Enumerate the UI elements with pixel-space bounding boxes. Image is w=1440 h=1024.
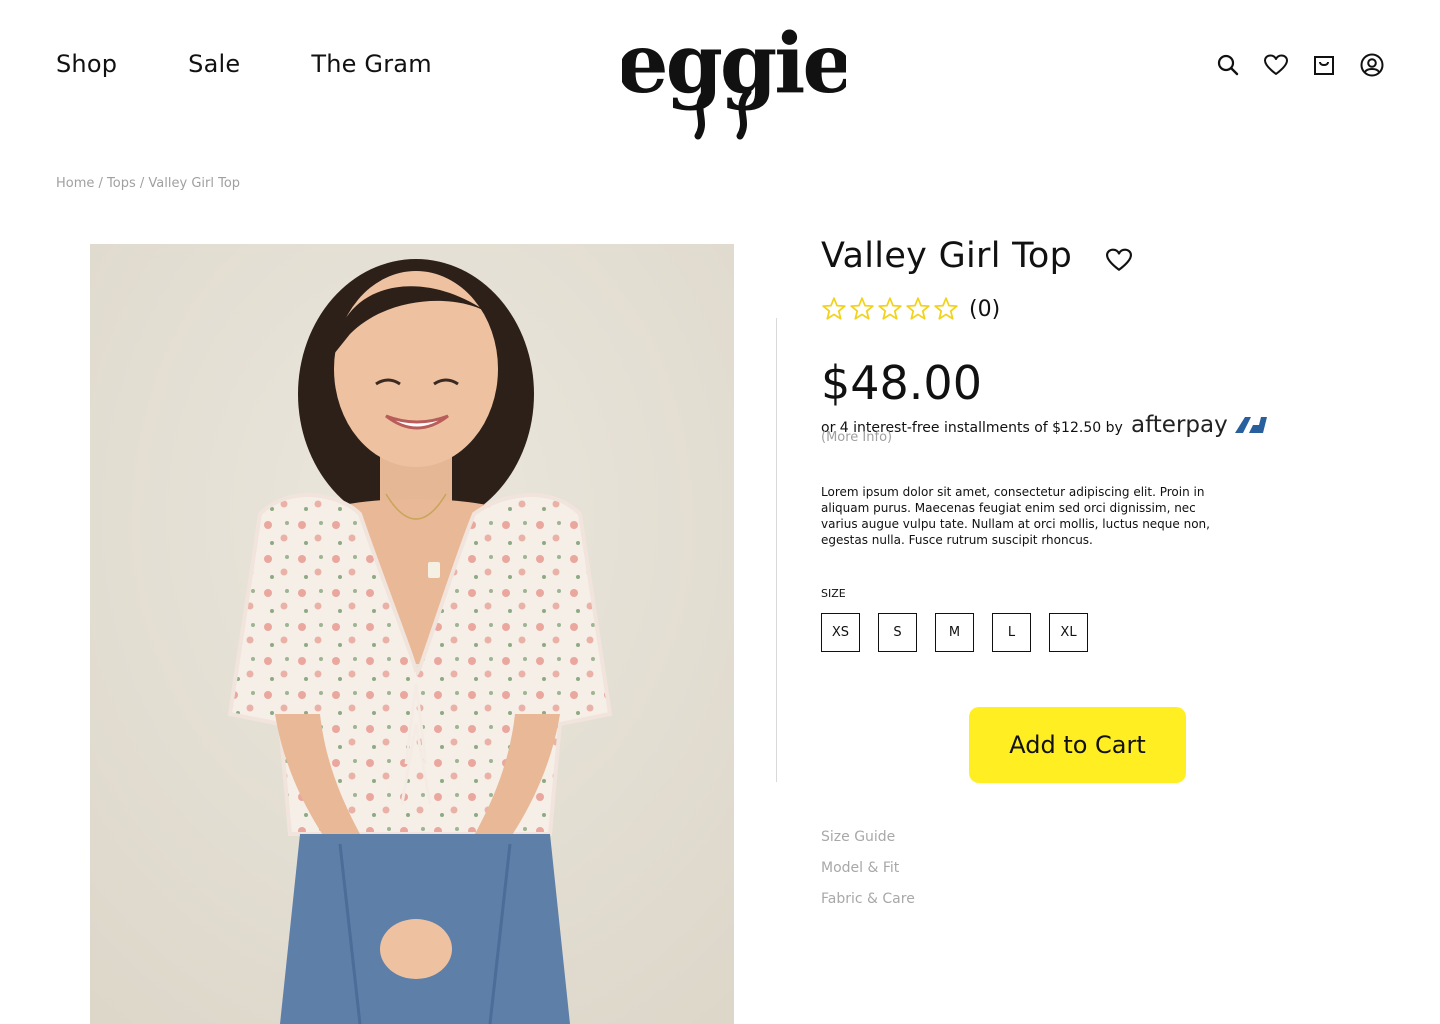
brand-logo[interactable]: eggie — [616, 16, 855, 142]
size-option-m[interactable]: M — [935, 613, 974, 652]
logo-text: eggie — [622, 22, 846, 112]
star-icon[interactable] — [877, 296, 903, 322]
afterpay-more-info-link[interactable]: (More Info) — [821, 430, 892, 445]
nav-sale[interactable]: Sale — [188, 50, 240, 78]
breadcrumb-home[interactable]: Home — [56, 176, 94, 191]
product-title: Valley Girl Top — [821, 236, 1073, 276]
size-selector: XS S M L XL — [821, 613, 1106, 652]
nav-shop[interactable]: Shop — [56, 50, 117, 78]
breadcrumb-category[interactable]: Tops — [107, 176, 136, 191]
afterpay-brand: afterpay — [1131, 412, 1228, 438]
breadcrumb-separator: / — [135, 176, 149, 191]
product-info-accordion: Size Guide Model & Fit Fabric & Care — [821, 829, 915, 922]
bag-icon[interactable] — [1312, 53, 1336, 77]
rating[interactable]: (0) — [821, 296, 1000, 322]
wishlist-heart-icon[interactable] — [1106, 247, 1132, 273]
breadcrumb-separator: / — [94, 176, 108, 191]
search-icon[interactable] — [1216, 53, 1240, 77]
star-icon[interactable] — [821, 296, 847, 322]
product-image[interactable] — [90, 244, 734, 1024]
nav-the-gram[interactable]: The Gram — [311, 50, 431, 78]
size-label: SIZE — [821, 587, 846, 600]
breadcrumb-current: Valley Girl Top — [148, 176, 241, 191]
size-option-xl[interactable]: XL — [1049, 613, 1088, 652]
breadcrumb: Home / Tops / Valley Girl Top — [56, 176, 240, 191]
size-option-s[interactable]: S — [878, 613, 917, 652]
product-description: Lorem ipsum dolor sit amet, consectetur … — [821, 485, 1210, 547]
product-price: $48.00 — [821, 356, 982, 410]
heart-icon[interactable] — [1264, 53, 1288, 77]
main-nav: Shop Sale The Gram — [56, 50, 503, 78]
star-icon[interactable] — [933, 296, 959, 322]
afterpay-logo[interactable]: afterpay — [1131, 411, 1269, 445]
accordion-fabric-care[interactable]: Fabric & Care — [821, 891, 915, 922]
review-count[interactable]: (0) — [969, 297, 1000, 322]
accordion-size-guide[interactable]: Size Guide — [821, 829, 915, 860]
size-option-xs[interactable]: XS — [821, 613, 860, 652]
add-to-cart-button[interactable]: Add to Cart — [969, 707, 1186, 783]
column-divider — [776, 318, 777, 782]
accordion-model-fit[interactable]: Model & Fit — [821, 860, 915, 891]
account-icon[interactable] — [1360, 53, 1384, 77]
header-icons — [1216, 53, 1384, 77]
star-icon[interactable] — [849, 296, 875, 322]
star-icon[interactable] — [905, 296, 931, 322]
size-option-l[interactable]: L — [992, 613, 1031, 652]
